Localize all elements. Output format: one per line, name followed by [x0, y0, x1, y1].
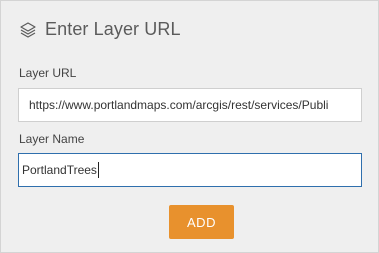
- panel-header: Enter Layer URL: [19, 19, 181, 40]
- text-caret: [97, 162, 99, 178]
- layer-url-label: Layer URL: [19, 66, 77, 80]
- add-button[interactable]: ADD: [169, 205, 234, 239]
- layer-name-input[interactable]: PortlandTrees: [18, 153, 362, 187]
- layers-icon: [19, 21, 37, 39]
- layer-name-value: PortlandTrees: [22, 163, 97, 177]
- panel-title: Enter Layer URL: [45, 19, 181, 39]
- layer-url-value: https://www.portlandmaps.com/arcgis/rest…: [29, 98, 329, 112]
- layer-url-input[interactable]: https://www.portlandmaps.com/arcgis/rest…: [18, 88, 362, 122]
- layer-name-label: Layer Name: [19, 132, 85, 146]
- enter-layer-url-panel: Enter Layer URL Layer URL https://www.po…: [0, 0, 379, 253]
